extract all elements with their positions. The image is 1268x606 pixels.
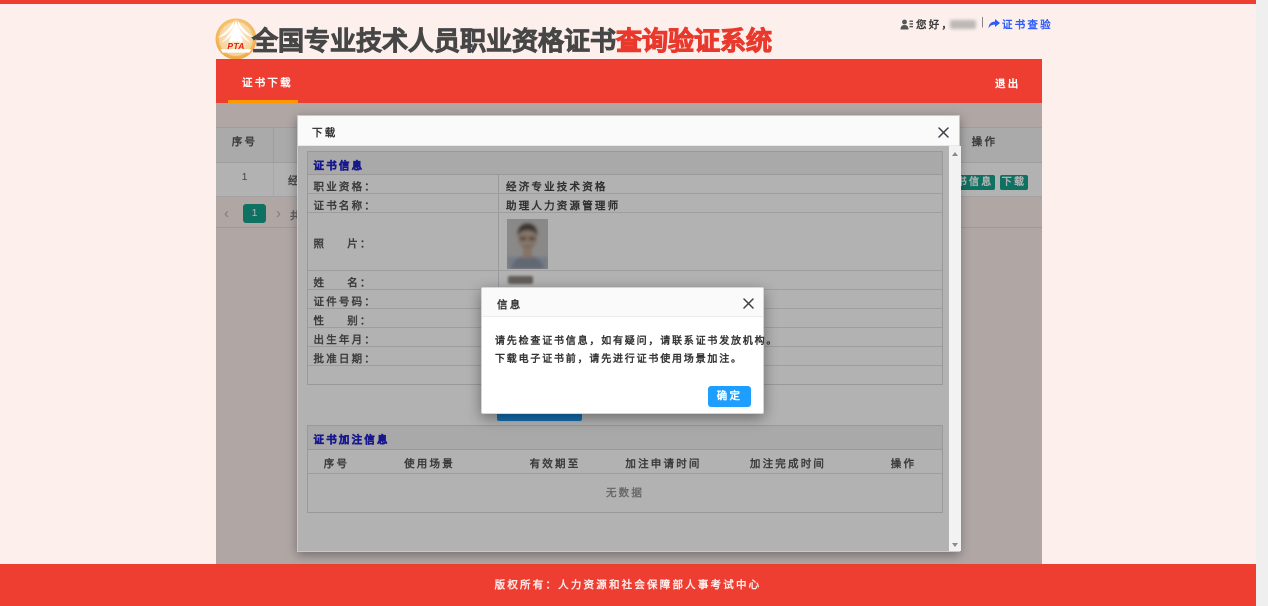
svg-text:PTA: PTA	[227, 41, 244, 51]
